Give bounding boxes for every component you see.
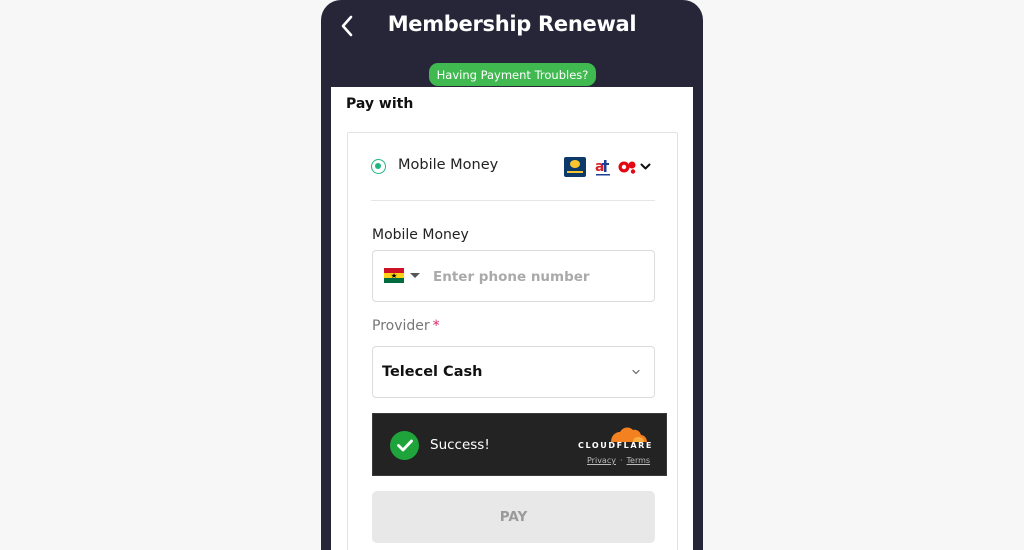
country-code-selector[interactable] — [384, 268, 420, 283]
pay-with-heading: Pay with — [346, 96, 414, 112]
success-check-icon — [390, 431, 419, 460]
provider-label-text: Provider — [372, 318, 430, 334]
required-marker: * — [432, 318, 440, 334]
privacy-link[interactable]: Privacy — [587, 456, 616, 465]
payment-sheet: Pay with Mobile Money a Mobile Money Ent… — [331, 87, 693, 550]
cloudflare-wordmark: CLOUDFLARE — [578, 441, 653, 450]
cloudflare-captcha-widget: Success! CLOUDFLARE Privacy · Terms — [372, 413, 667, 476]
telecel-logo — [618, 157, 638, 177]
mobile-money-field-label: Mobile Money — [372, 227, 469, 243]
mobile-money-option-label: Mobile Money — [398, 157, 499, 173]
provider-select[interactable]: Telecel Cash — [372, 346, 655, 398]
provider-selected-value: Telecel Cash — [382, 364, 483, 380]
chevron-down-icon[interactable] — [640, 161, 652, 173]
payment-troubles-button[interactable]: Having Payment Troubles? — [429, 63, 596, 86]
ghana-flag-icon — [384, 268, 404, 283]
chevron-down-icon — [632, 369, 640, 375]
phone-number-input[interactable] — [433, 265, 643, 289]
pay-button[interactable]: PAY — [372, 491, 655, 543]
link-separator: · — [619, 456, 623, 465]
airteltigo-logo: a — [594, 157, 612, 177]
captcha-links: Privacy · Terms — [587, 456, 650, 465]
captcha-status-text: Success! — [430, 437, 490, 453]
mobile-money-option[interactable]: Mobile Money a — [348, 133, 677, 201]
mobile-money-radio[interactable] — [371, 159, 386, 174]
divider — [371, 200, 655, 201]
phone-number-field — [372, 250, 655, 302]
provider-label: Provider * — [372, 318, 440, 334]
mtn-momo-logo — [564, 157, 586, 177]
mobile-app-frame: Membership Renewal Having Payment Troubl… — [321, 0, 703, 550]
caret-down-icon — [410, 273, 420, 278]
provider-logos: a — [564, 156, 652, 178]
payment-method-card: Mobile Money a Mobile Money Enter phone … — [347, 132, 678, 550]
svg-text:a: a — [595, 159, 604, 175]
terms-link[interactable]: Terms — [627, 456, 651, 465]
page-title: Membership Renewal — [387, 12, 637, 36]
